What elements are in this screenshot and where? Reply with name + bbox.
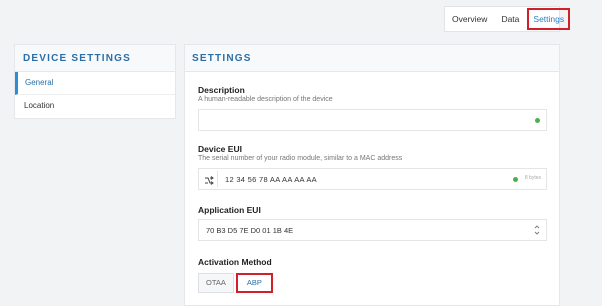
app-eui-select[interactable]: 70 B3 D5 7E D0 01 1B 4E [198,219,547,241]
otaa-button[interactable]: OTAA [198,273,234,293]
valid-icon [535,118,540,123]
device-eui-field: Device EUI The serial number of your rad… [198,144,547,190]
device-settings-sidebar: DEVICE SETTINGS General Location [14,44,176,119]
sidebar-item-general[interactable]: General [15,72,175,95]
description-field: Description A human-readable description… [198,85,547,131]
tab-data[interactable]: Data [494,7,526,31]
tab-settings[interactable]: Settings [527,8,571,30]
app-eui-field: Application EUI 70 B3 D5 7E D0 01 1B 4E [198,205,547,241]
tab-overview[interactable]: Overview [445,7,494,31]
activation-label: Activation Method [198,257,272,267]
description-input[interactable] [198,109,547,131]
view-tabs: Overview Data Settings [444,6,571,32]
input-divider [217,171,218,187]
activation-field: Activation Method OTAA ABP [198,257,547,293]
sidebar-title: DEVICE SETTINGS [15,45,175,72]
abp-button[interactable]: ABP [235,273,273,293]
device-eui-label: Device EUI [198,144,242,154]
device-eui-value: 12 34 56 78 AA AA AA AA [225,175,317,184]
app-eui-label: Application EUI [198,205,261,215]
valid-icon [513,177,518,182]
device-eui-help: The serial number of your radio module, … [198,155,403,162]
device-eui-input[interactable]: 12 34 56 78 AA AA AA AA 8 bytes [198,168,547,190]
byte-count: 8 bytes [524,175,541,181]
settings-card: SETTINGS Description A human-readable de… [184,44,560,306]
settings-title: SETTINGS [185,45,559,72]
sidebar-item-location[interactable]: Location [15,95,175,118]
select-arrows-icon [534,223,540,242]
shuffle-icon[interactable] [204,173,214,191]
description-label: Description [198,85,245,95]
description-help: A human-readable description of the devi… [198,96,333,103]
activation-toggle: OTAA ABP [198,273,273,293]
app-eui-value: 70 B3 D5 7E D0 01 1B 4E [206,226,294,235]
